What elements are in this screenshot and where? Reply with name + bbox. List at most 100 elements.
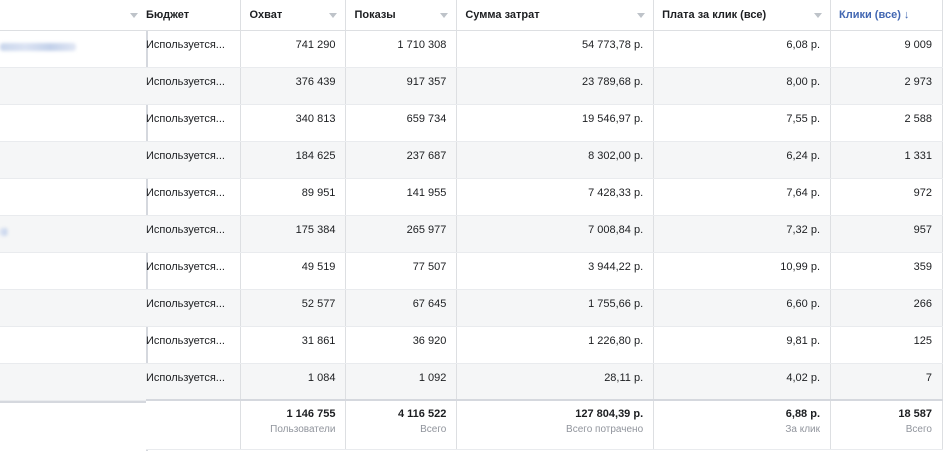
clicks-cell: 1 331	[830, 141, 943, 179]
table-row[interactable]: Используется... 175 384 265 977 7 008,84 р.…	[146, 215, 943, 253]
clicks-cell: 2 973	[830, 67, 943, 105]
blurred-campaign-name	[0, 228, 8, 236]
impressions-cell: 265 977	[345, 215, 458, 253]
sort-caret-icon[interactable]	[329, 13, 338, 18]
column-header-cpc[interactable]: Плата за клик (все)	[653, 0, 832, 31]
spend-cell: 7 428,33 р.	[456, 178, 655, 216]
clicks-cell: 359	[830, 252, 943, 290]
budget-cell[interactable]: Используется...	[146, 30, 242, 68]
cpc-cell: 6,08 р.	[653, 30, 832, 68]
cpc-cell: 6,24 р.	[653, 141, 832, 179]
clicks-cell: 9 009	[830, 30, 943, 68]
total-reach: 1 146 755 Пользователи	[240, 399, 347, 450]
sort-caret-icon[interactable]	[814, 13, 823, 18]
impressions-cell: 36 920	[345, 326, 458, 364]
table-row[interactable]: Используется... 340 813 659 734 19 546,97 р…	[146, 104, 943, 142]
sort-caret-icon[interactable]	[440, 13, 449, 18]
table-header-row: Бюджет Охват Показы Сумма затрат Плата з…	[146, 0, 943, 31]
impressions-cell: 237 687	[345, 141, 458, 179]
spend-cell: 23 789,68 р.	[456, 67, 655, 105]
reach-cell: 175 384	[240, 215, 347, 253]
impressions-cell: 659 734	[345, 104, 458, 142]
name-cell[interactable]	[0, 179, 146, 216]
reach-cell: 31 861	[240, 326, 347, 364]
table-row[interactable]: Используется... 376 439 917 357 23 789,68 р…	[146, 67, 943, 105]
cpc-cell: 6,60 р.	[653, 289, 832, 327]
column-header-impressions[interactable]: Показы	[345, 0, 458, 31]
cpc-cell: 4,02 р.	[653, 363, 832, 401]
clicks-cell: 972	[830, 178, 943, 216]
name-cell[interactable]	[0, 327, 146, 364]
budget-cell[interactable]: Используется...	[146, 178, 242, 216]
table-row[interactable]: Используется... 1 084 1 092 28,11 р. 4,02 р.…	[146, 363, 943, 401]
table-row[interactable]: Используется... 49 519 77 507 3 944,22 р. 10…	[146, 252, 943, 290]
spend-cell: 1 755,66 р.	[456, 289, 655, 327]
spend-cell: 19 546,97 р.	[456, 104, 655, 142]
table-row[interactable]: Используется... 741 290 1 710 308 54 773,78…	[146, 30, 943, 68]
name-column-footer	[0, 401, 146, 453]
table-row[interactable]: Используется... 89 951 141 955 7 428,33 р. 7…	[146, 178, 943, 216]
reach-cell: 89 951	[240, 178, 347, 216]
name-cell[interactable]	[0, 142, 146, 179]
total-impressions: 4 116 522 Всего	[345, 399, 458, 450]
table-row[interactable]: Используется... 31 861 36 920 1 226,80 р. 9,…	[146, 326, 943, 364]
budget-cell[interactable]: Используется...	[146, 289, 242, 327]
budget-cell[interactable]: Используется...	[146, 215, 242, 253]
reach-cell: 1 084	[240, 363, 347, 401]
name-column	[0, 0, 148, 453]
sort-descending-icon[interactable]: ↓	[904, 9, 910, 21]
name-cell[interactable]	[0, 253, 146, 290]
name-cell[interactable]	[0, 105, 146, 142]
name-cell[interactable]	[0, 68, 146, 105]
table-row[interactable]: Используется... 184 625 237 687 8 302,00 р.…	[146, 141, 943, 179]
name-cell[interactable]	[0, 364, 146, 401]
budget-cell[interactable]: Используется...	[146, 363, 242, 401]
clicks-cell: 266	[830, 289, 943, 327]
spend-cell: 8 302,00 р.	[456, 141, 655, 179]
cpc-cell: 7,64 р.	[653, 178, 832, 216]
name-column-header[interactable]	[0, 0, 146, 31]
column-header-clicks[interactable]: Клики (все) ↓	[830, 0, 943, 31]
totals-row: 1 146 755 Пользователи 4 116 522 Всего 127…	[146, 399, 943, 450]
impressions-cell: 77 507	[345, 252, 458, 290]
reach-cell: 52 577	[240, 289, 347, 327]
column-header-budget[interactable]: Бюджет	[146, 0, 242, 31]
budget-cell[interactable]: Используется...	[146, 252, 242, 290]
blurred-campaign-name	[0, 43, 76, 51]
reach-cell: 49 519	[240, 252, 347, 290]
cpc-cell: 9,81 р.	[653, 326, 832, 364]
table-row[interactable]: Используется... 52 577 67 645 1 755,66 р. 6,…	[146, 289, 943, 327]
clicks-cell: 957	[830, 215, 943, 253]
column-header-reach[interactable]: Охват	[240, 0, 347, 31]
spend-cell: 7 008,84 р.	[456, 215, 655, 253]
spend-cell: 28,11 р.	[456, 363, 655, 401]
clicks-cell: 125	[830, 326, 943, 364]
sort-caret-icon[interactable]	[130, 13, 138, 18]
budget-cell[interactable]: Используется...	[146, 104, 242, 142]
name-cell[interactable]	[0, 290, 146, 327]
total-spend: 127 804,39 р. Всего потрачено	[456, 399, 655, 450]
spend-cell: 1 226,80 р.	[456, 326, 655, 364]
total-cpc: 6,88 р. За клик	[653, 399, 832, 450]
budget-cell[interactable]: Используется...	[146, 67, 242, 105]
impressions-cell: 1 710 308	[345, 30, 458, 68]
cpc-cell: 10,99 р.	[653, 252, 832, 290]
impressions-cell: 141 955	[345, 178, 458, 216]
name-cell[interactable]	[0, 31, 146, 68]
spend-cell: 54 773,78 р.	[456, 30, 655, 68]
sort-caret-icon[interactable]	[637, 13, 646, 18]
cpc-cell: 7,32 р.	[653, 215, 832, 253]
reach-cell: 184 625	[240, 141, 347, 179]
reach-cell: 340 813	[240, 104, 347, 142]
reach-cell: 741 290	[240, 30, 347, 68]
clicks-cell: 7	[830, 363, 943, 401]
budget-cell[interactable]: Используется...	[146, 141, 242, 179]
name-cell[interactable]	[0, 216, 146, 253]
impressions-cell: 917 357	[345, 67, 458, 105]
cpc-cell: 8,00 р.	[653, 67, 832, 105]
ads-report-table-view: Бюджет Охват Показы Сумма затрат Плата з…	[0, 0, 943, 453]
total-budget	[146, 399, 242, 450]
column-header-spend[interactable]: Сумма затрат	[456, 0, 655, 31]
metrics-table: Бюджет Охват Показы Сумма затрат Плата з…	[146, 0, 943, 450]
budget-cell[interactable]: Используется...	[146, 326, 242, 364]
